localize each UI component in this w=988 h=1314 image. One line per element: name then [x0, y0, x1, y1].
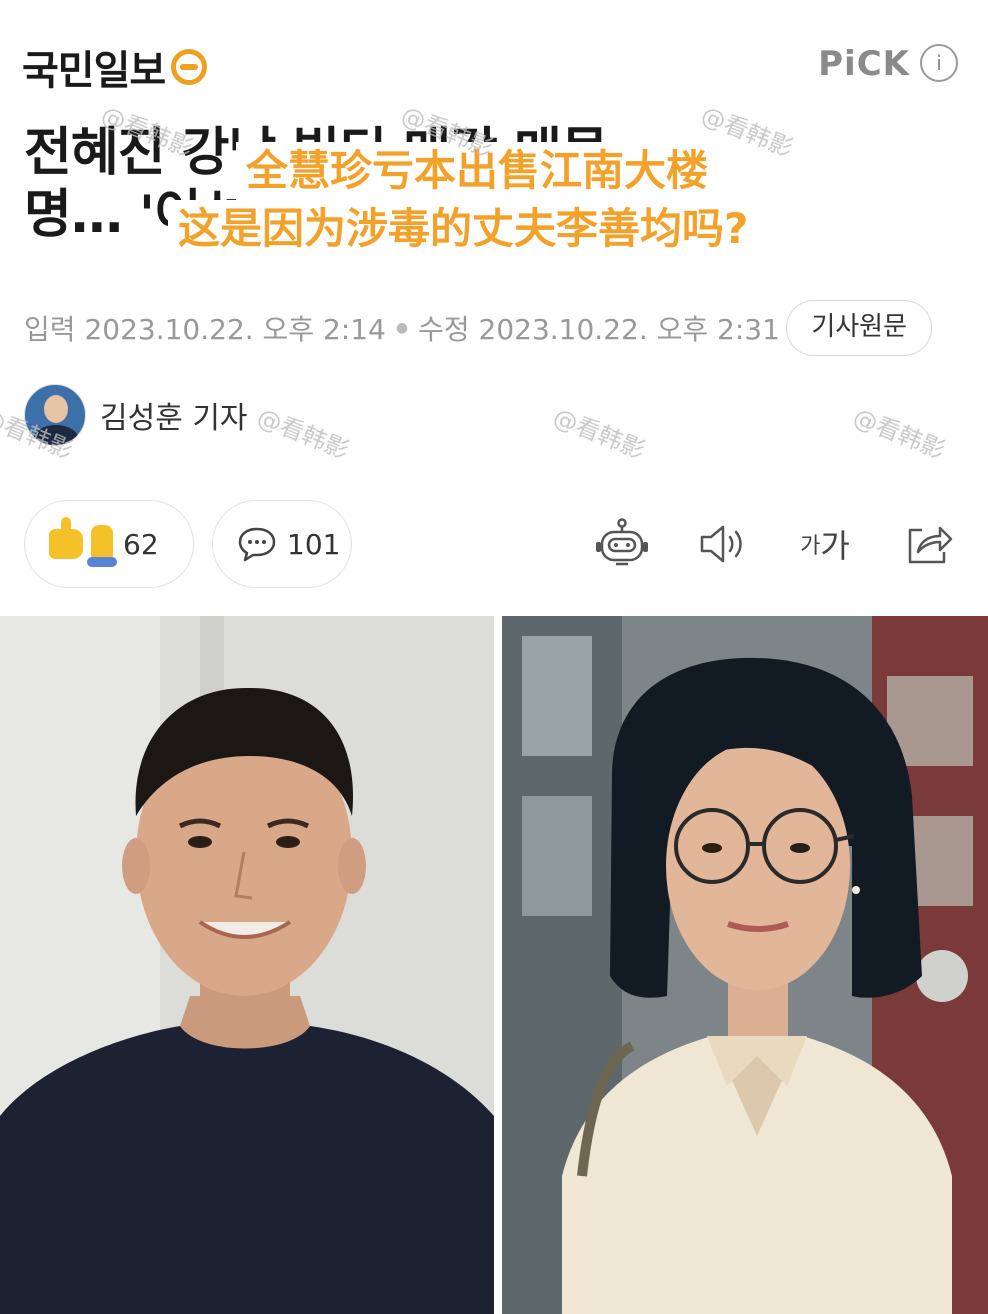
logo-text: 국민일보 [22, 48, 166, 94]
article-photo-right [502, 616, 988, 1314]
reporter-name[interactable]: 김성훈 기자 [100, 393, 248, 437]
app-header: 국민일보 PiCK i [0, 0, 988, 110]
photo-man-illustration [0, 616, 494, 1314]
robot-summary-icon [596, 518, 648, 566]
thumbs-up-icon [49, 517, 83, 559]
exclamation-icon [87, 525, 117, 567]
font-size-large-glyph: 가 [820, 527, 850, 565]
speech-bubble-icon [238, 527, 276, 562]
summary-robot-button[interactable] [592, 514, 652, 574]
edit-time: 2023.10.22. 오후 2:31 [478, 313, 780, 346]
input-label: 입력 [24, 313, 76, 346]
comment-count: 101 [287, 527, 341, 561]
logo-mark-icon [171, 49, 208, 85]
meta-separator: ● [395, 320, 409, 336]
comment-button[interactable]: 101 [212, 500, 352, 588]
watermark: @看韩影 [253, 402, 353, 465]
reaction-count: 62 [123, 527, 159, 561]
article-meta: 입력 2023.10.22. 오후 2:14 ● 수정 2023.10.22. … [24, 308, 780, 348]
article-photo-left [0, 616, 494, 1314]
info-icon[interactable]: i [920, 44, 958, 82]
watermark: @看韩影 [549, 402, 649, 465]
reaction-button[interactable]: 62 [24, 500, 194, 588]
speaker-icon [700, 525, 742, 563]
input-time: 2023.10.22. 오후 2:14 [84, 313, 386, 346]
photo-divider [494, 616, 502, 1314]
edit-label: 수정 [418, 313, 470, 346]
share-button[interactable] [902, 514, 956, 574]
text-to-speech-button[interactable] [694, 514, 750, 574]
overlay-line-2: 这是因为涉毒的丈夫李善均吗? [168, 200, 814, 258]
overlay-line-1: 全慧珍亏本出售江南大楼 [236, 142, 786, 200]
watermark: @看韩影 [849, 402, 949, 465]
original-article-button[interactable]: 기사원문 [786, 300, 932, 356]
translation-overlay: 全慧珍亏本出售江南大楼 这是因为涉毒的丈夫李善均吗? [168, 142, 818, 258]
publisher-logo[interactable]: 국민일보 [22, 38, 208, 96]
pick-badge: PiCK [818, 44, 910, 84]
font-size-button[interactable]: 가가 [790, 514, 860, 574]
share-icon [908, 526, 953, 564]
photo-woman-illustration [502, 616, 988, 1314]
font-size-small-glyph: 가 [800, 534, 821, 559]
